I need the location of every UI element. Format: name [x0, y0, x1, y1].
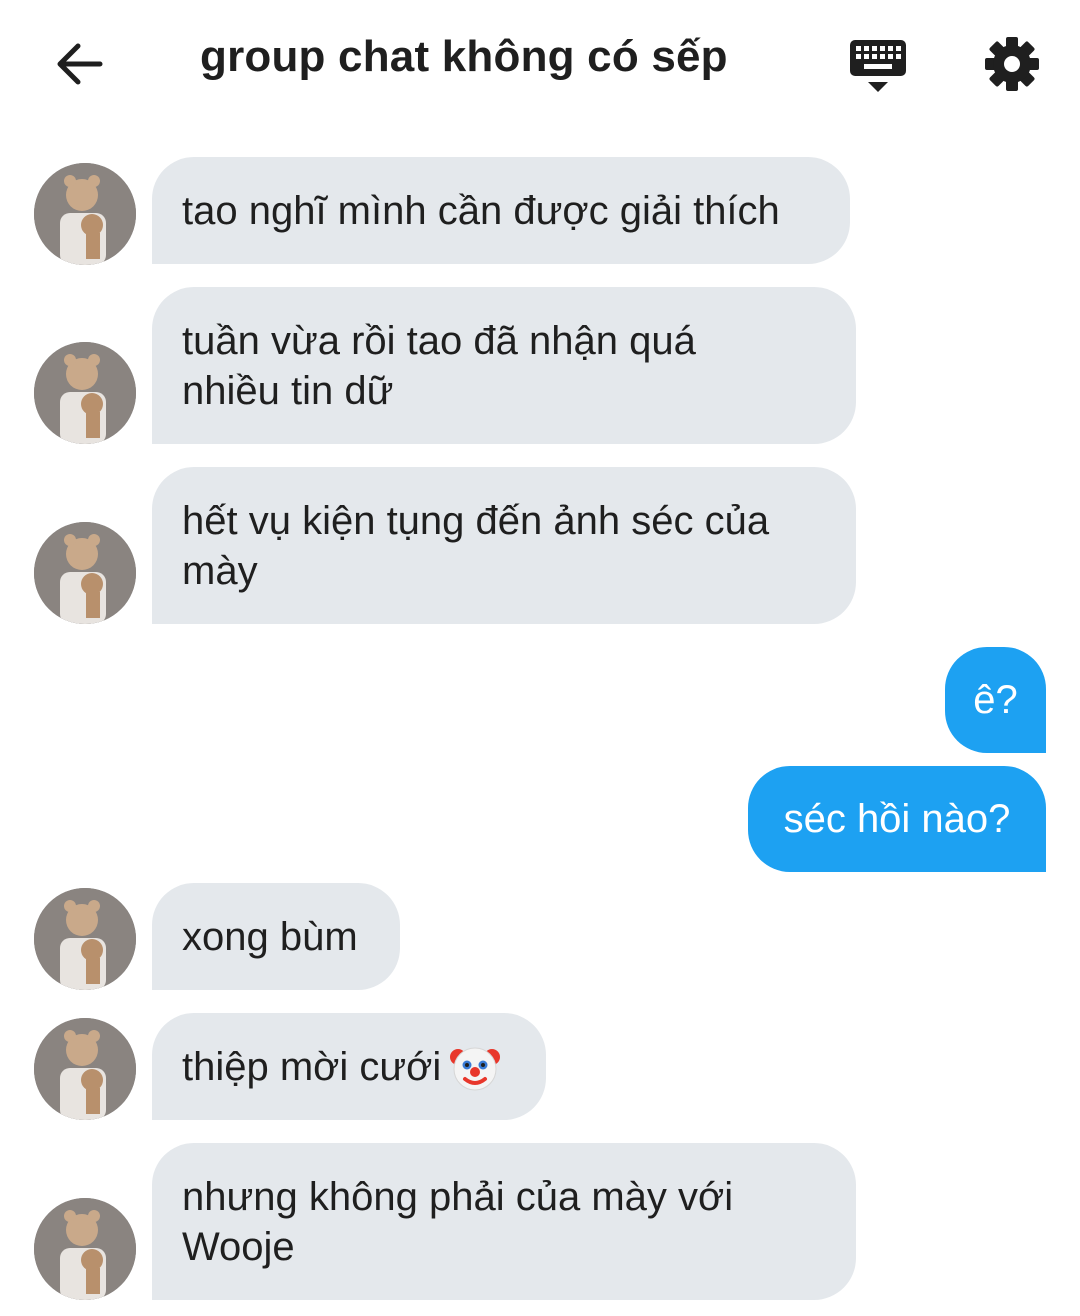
avatar[interactable] [34, 522, 136, 624]
message-bubble-incoming[interactable]: hết vụ kiện tụng đến ảnh séc của mày [152, 467, 856, 624]
message-bubble-incoming[interactable]: nhưng không phải của mày với Wooje [152, 1143, 856, 1300]
message-bubble-incoming[interactable]: thiệp mời cưới [152, 1013, 546, 1120]
avatar[interactable] [34, 1198, 136, 1300]
message-bubble-incoming[interactable]: xong bùm [152, 883, 400, 990]
message-text: séc hồi nào? [783, 797, 1011, 841]
message-text: ê? [973, 678, 1018, 722]
message-bubble-incoming[interactable]: tuần vừa rồi tao đã nhận quá nhiều tin d… [152, 287, 856, 444]
chat-header: group chat không có sếp [0, 0, 1080, 130]
back-button[interactable] [50, 38, 110, 90]
avatar[interactable] [34, 163, 136, 265]
avatar[interactable] [34, 342, 136, 444]
message-text: hết vụ kiện tụng đến ảnh séc của mày [182, 498, 770, 593]
message-text: tao nghĩ mình cần được giải thích [182, 188, 780, 233]
keyboard-hide-icon [850, 40, 906, 92]
arrow-left-icon [57, 43, 103, 85]
message-text: xong bùm [182, 914, 358, 959]
avatar[interactable] [34, 888, 136, 990]
message-text: nhưng không phải của mày với Wooje [182, 1174, 734, 1269]
message-text: thiệp mời cưới [182, 1044, 442, 1089]
clown-face-icon [450, 1047, 501, 1090]
gear-icon [985, 37, 1039, 91]
message-bubble-incoming[interactable]: tao nghĩ mình cần được giải thích [152, 157, 850, 264]
chat-title: group chat không có sếp [200, 32, 728, 81]
message-text: tuần vừa rồi tao đã nhận quá nhiều tin d… [182, 318, 696, 413]
message-bubble-outgoing[interactable]: ê? [945, 647, 1046, 753]
avatar[interactable] [34, 1018, 136, 1120]
message-bubble-outgoing[interactable]: séc hồi nào? [748, 766, 1046, 872]
keyboard-toggle-button[interactable] [848, 38, 908, 96]
settings-button[interactable] [982, 34, 1042, 94]
